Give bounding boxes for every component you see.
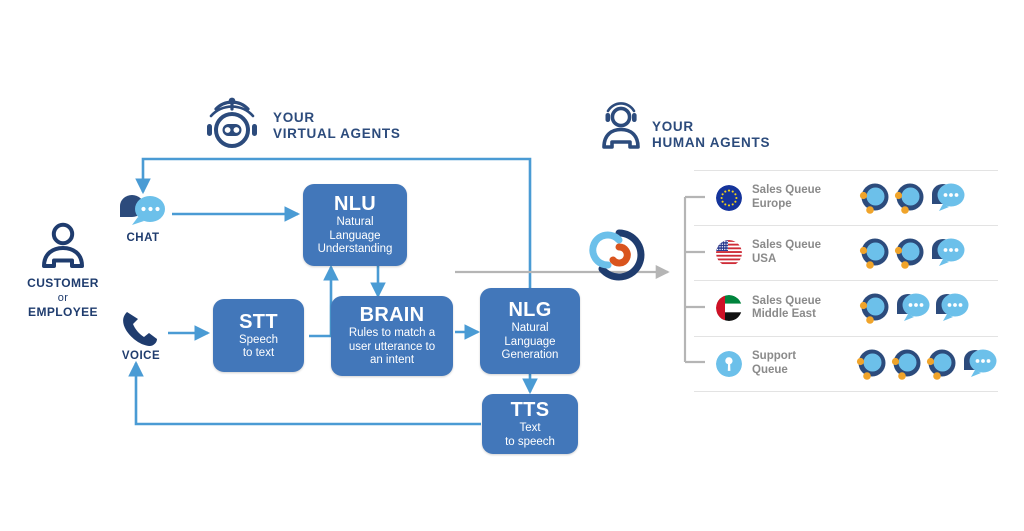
agent-avatar-icon <box>859 183 889 214</box>
queue-agent-icons <box>858 181 966 215</box>
queue-label-line1: Sales Queue <box>752 294 822 307</box>
headset-agent-icon <box>602 102 640 149</box>
queue-label: Support Queue <box>752 350 853 377</box>
box-brain-title: BRAIN <box>359 304 425 327</box>
box-tts-title: TTS <box>510 399 550 421</box>
chat-bubble-icon <box>936 293 969 322</box>
queue-label-line2: Europe <box>752 197 792 210</box>
queue-label-line1: Support <box>752 350 797 363</box>
customer-person-icon <box>42 222 84 268</box>
queue-label: Sales Queue Middle East <box>752 295 856 322</box>
edge-stt-to-nlu <box>309 264 339 338</box>
box-brain[interactable]: BRAIN Rules to match a user utterance to… <box>331 296 453 376</box>
agent-avatar-icon <box>859 238 889 269</box>
queue-label: Sales Queue USA <box>752 239 856 266</box>
queue-label-line1: Sales Queue <box>752 184 822 197</box>
queue-label-line2: USA <box>752 252 777 265</box>
human-agents-title: YOUR HUMAN AGENTS <box>652 119 770 150</box>
box-stt[interactable]: STT Speech to text <box>213 299 304 372</box>
chat-bubble-icon <box>897 293 930 322</box>
chat-bubble-icon <box>932 183 965 211</box>
chat-bubbles-icon <box>120 195 165 225</box>
phone-handset-icon <box>123 312 157 347</box>
agent-avatar-icon <box>856 349 886 380</box>
agent-avatar-icon <box>894 238 924 269</box>
virtual-agents-title-line1: YOUR <box>273 110 315 125</box>
usa-flag-icon <box>716 239 742 266</box>
queue-row[interactable]: Sales Queue Middle East <box>694 281 998 337</box>
chat-bubble-icon <box>964 349 997 377</box>
uae-flag-icon <box>716 295 742 322</box>
eu-flag-icon <box>716 184 742 211</box>
box-nlg[interactable]: NLG Natural Language Generation <box>480 288 580 374</box>
agent-avatar-icon <box>891 349 921 380</box>
customer-label-line2: or <box>57 291 69 304</box>
queue-label-line2: Queue <box>752 363 788 376</box>
customer-label-line3: EMPLOYEE <box>28 305 98 319</box>
customer-label-line1: CUSTOMER <box>27 276 99 290</box>
usa-flag-icon <box>716 239 742 266</box>
queue-row[interactable]: Sales Queue Europe <box>694 170 998 226</box>
chat-bubble-icon <box>932 238 965 266</box>
box-nlu-title: NLU <box>333 193 376 216</box>
robot-icon <box>207 97 257 148</box>
queue-agent-icons <box>858 291 970 325</box>
box-nlu[interactable]: NLU Natural Language Understanding <box>303 184 407 266</box>
eu-flag-icon <box>716 184 742 211</box>
queue-label: Sales Queue Europe <box>752 184 856 211</box>
human-agents-title-line2: HUMAN AGENTS <box>652 134 771 150</box>
box-nlu-subtitle: Natural Language Understanding <box>317 216 393 256</box>
diagram-canvas: YOUR VIRTUAL AGENTS YOUR HUMAN AGENTS CU… <box>0 0 1024 531</box>
uae-flag-icon <box>716 295 742 322</box>
agent-avatar-icon <box>859 293 889 325</box>
box-stt-subtitle: Speech to text <box>238 333 278 360</box>
queue-label-line1: Sales Queue <box>752 239 822 252</box>
box-tts-subtitle: Text to speech <box>505 422 555 448</box>
box-brain-subtitle: Rules to match a user utterance to an in… <box>348 327 436 367</box>
human-agent-queues: Sales Queue Europe Sales Queue USA Sales… <box>694 170 998 392</box>
agent-avatar-icon <box>894 183 924 214</box>
virtual-agents-title-line2: VIRTUAL AGENTS <box>273 125 401 141</box>
queue-row[interactable]: Support Queue <box>694 337 998 392</box>
chat-label: CHAT <box>126 232 160 244</box>
queue-row[interactable]: Sales Queue USA <box>694 226 998 281</box>
voice-label: VOICE <box>121 350 161 362</box>
queue-label-line2: Middle East <box>752 308 816 321</box>
agent-avatar-icon <box>926 349 956 380</box>
box-stt-title: STT <box>239 310 278 333</box>
box-nlg-subtitle: Natural Language Generation <box>501 322 559 362</box>
support-tool-icon <box>716 350 742 377</box>
queue-agent-icons <box>858 236 966 270</box>
box-tts[interactable]: TTS Text to speech <box>482 394 578 454</box>
virtual-agents-title: YOUR VIRTUAL AGENTS <box>273 110 401 141</box>
queue-agent-icons <box>855 347 998 381</box>
customer-label: CUSTOMER or EMPLOYEE <box>8 276 118 320</box>
support-tool-icon <box>716 350 742 377</box>
routing-swirl-icon <box>589 229 645 281</box>
box-nlg-title: NLG <box>508 299 552 322</box>
human-agents-title-line1: YOUR <box>652 119 694 134</box>
